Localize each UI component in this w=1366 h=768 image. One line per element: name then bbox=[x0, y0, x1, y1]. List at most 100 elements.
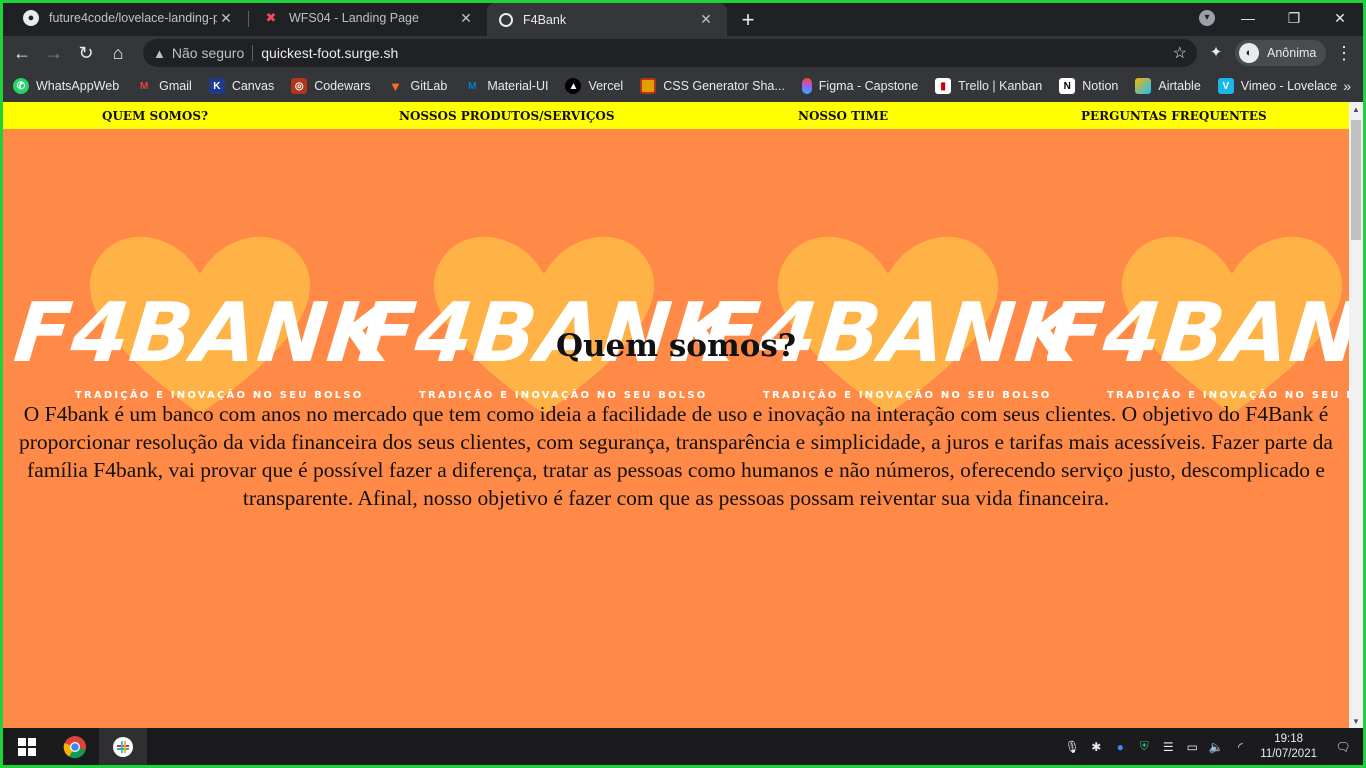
site-nav: QUEM SOMOS? NOSSOS PRODUTOS/SERVIÇOS NOS… bbox=[3, 102, 1349, 129]
tab-strip: ● future4code/lovelace-landing-pa ✕ ✖ WF… bbox=[3, 3, 1363, 36]
defender-icon[interactable]: ⛨ bbox=[1132, 739, 1156, 754]
close-icon[interactable]: ✕ bbox=[457, 10, 475, 27]
more-bookmarks-icon[interactable]: » bbox=[1343, 78, 1351, 94]
clock-date: 11/07/2021 bbox=[1260, 747, 1317, 760]
bookmark-label: Trello | Kanban bbox=[958, 79, 1043, 93]
bookmark-label: Codewars bbox=[314, 79, 371, 93]
windows-start-icon[interactable] bbox=[3, 728, 51, 765]
bookmark-label: Vimeo - Lovelace bbox=[1240, 79, 1338, 93]
material-ui-icon: M bbox=[468, 80, 477, 92]
home-icon[interactable]: ⌂ bbox=[107, 42, 129, 64]
nav-nosso-time[interactable]: NOSSO TIME bbox=[798, 109, 888, 123]
incognito-icon: ◐ bbox=[1239, 43, 1259, 63]
back-icon[interactable]: ← bbox=[11, 42, 33, 64]
forward-icon[interactable]: → bbox=[43, 42, 65, 64]
volume-icon[interactable]: 🔈 bbox=[1204, 740, 1228, 754]
bookmark-label: GitLab bbox=[410, 79, 448, 93]
bookmark-label: Figma - Capstone bbox=[818, 79, 919, 93]
airtable-icon bbox=[1135, 78, 1152, 94]
wifi-icon[interactable]: ◜ bbox=[1228, 740, 1252, 754]
notifications-icon[interactable]: 🗨 bbox=[1331, 740, 1355, 754]
bookmark-canvas[interactable]: K Canvas bbox=[208, 78, 275, 94]
gitlab-icon: ▼ bbox=[389, 78, 402, 94]
scroll-up-icon[interactable]: ▲ bbox=[1349, 105, 1363, 114]
bookmark-gitlab[interactable]: ▼ GitLab bbox=[387, 78, 447, 94]
slack-tray-icon[interactable]: ✱ bbox=[1084, 740, 1108, 754]
tab-wfs04[interactable]: ✖ WFS04 - Landing Page ✕ bbox=[251, 3, 487, 33]
bookmarks-bar: ✆ WhatsAppWeb M Gmail K Canvas ◎ Codewars ▼ G… bbox=[3, 70, 1363, 102]
system-tray: 🎙 ✱ ● ⛨ ☰ ▭ 🔈 ◜ 19:18 11/07/2021 🗨 bbox=[1060, 728, 1363, 765]
battery-icon[interactable]: ▭ bbox=[1180, 740, 1204, 754]
profile-label: Anônima bbox=[1267, 46, 1317, 60]
bookmark-whatsappweb[interactable]: ✆ WhatsAppWeb bbox=[13, 78, 119, 94]
restore-icon[interactable]: ❐ bbox=[1271, 10, 1317, 27]
tools-icon: ✖ bbox=[265, 10, 277, 25]
warning-icon[interactable]: ▲ bbox=[153, 46, 166, 61]
bookmark-vimeo[interactable]: V Vimeo - Lovelace bbox=[1217, 78, 1338, 94]
bookmark-airtable[interactable]: Airtable bbox=[1135, 78, 1201, 94]
reload-icon[interactable]: ↻ bbox=[75, 42, 97, 64]
vimeo-icon: V bbox=[1217, 78, 1234, 94]
security-label[interactable]: Não seguro bbox=[172, 45, 244, 61]
bookmark-label: WhatsAppWeb bbox=[36, 79, 120, 93]
address-bar[interactable]: ▲ Não seguro quickest-foot.surge.sh ☆ bbox=[143, 39, 1197, 67]
new-tab-button[interactable]: + bbox=[736, 7, 760, 33]
page-scrollbar[interactable]: ▲ ▼ bbox=[1349, 102, 1363, 728]
bookmark-vercel[interactable]: ▲ Vercel bbox=[565, 78, 623, 94]
microphone-icon[interactable]: 🎙 bbox=[1060, 740, 1084, 754]
nav-quem-somos[interactable]: QUEM SOMOS? bbox=[102, 109, 208, 123]
bookmark-figma[interactable]: Figma - Capstone bbox=[801, 78, 919, 94]
tab-title: WFS04 - Landing Page bbox=[289, 11, 419, 25]
profile-button[interactable]: ◐ Anônima bbox=[1235, 40, 1327, 66]
scroll-down-icon[interactable]: ▼ bbox=[1349, 717, 1363, 726]
bookmark-star-icon[interactable]: ☆ bbox=[1173, 43, 1187, 63]
scrollbar-thumb[interactable] bbox=[1351, 120, 1361, 240]
close-icon[interactable]: ✕ bbox=[217, 10, 235, 27]
gmail-icon: M bbox=[139, 80, 149, 92]
figma-icon bbox=[801, 78, 812, 94]
bookmark-trello[interactable]: ▮ Trello | Kanban bbox=[935, 78, 1042, 94]
canvas-icon: K bbox=[208, 78, 225, 94]
vercel-icon: ▲ bbox=[565, 78, 582, 94]
zoom-icon[interactable]: ● bbox=[1108, 740, 1132, 754]
taskbar: 🎙 ✱ ● ⛨ ☰ ▭ 🔈 ◜ 19:18 11/07/2021 🗨 bbox=[3, 728, 1363, 765]
close-window-icon[interactable]: ✕ bbox=[1317, 10, 1363, 27]
minimize-icon[interactable]: — bbox=[1225, 10, 1271, 26]
chrome-taskbar-icon[interactable] bbox=[51, 728, 99, 765]
notion-icon: N bbox=[1059, 78, 1076, 94]
bookmark-codewars[interactable]: ◎ Codewars bbox=[291, 78, 370, 94]
page-viewport: F4BANK TRADIÇÃO E INOVAÇÃO NO SEU BOLSO … bbox=[3, 102, 1363, 728]
extensions-icon[interactable]: ✦ bbox=[1205, 42, 1227, 64]
close-icon[interactable]: ✕ bbox=[697, 11, 715, 28]
menu-icon[interactable]: ⋮ bbox=[1333, 42, 1355, 64]
divider bbox=[252, 45, 254, 61]
tab-title: F4Bank bbox=[523, 12, 567, 27]
bookmark-css-generator[interactable]: CSS Generator Sha... bbox=[640, 78, 785, 94]
background-logo: F4BANK TRADIÇÃO E INOVAÇÃO NO SEU BOLSO bbox=[1047, 224, 1349, 424]
url-text[interactable]: quickest-foot.surge.sh bbox=[261, 45, 398, 61]
browser-toolbar: ← → ↻ ⌂ ▲ Não seguro quickest-foot.surge… bbox=[3, 36, 1363, 70]
tab-separator bbox=[248, 11, 249, 27]
background-logo: F4BANK TRADIÇÃO E INOVAÇÃO NO SEU BOLSO bbox=[10, 224, 397, 424]
network-settings-icon[interactable]: ☰ bbox=[1156, 740, 1180, 754]
globe-icon bbox=[499, 12, 513, 27]
bookmark-notion[interactable]: N Notion bbox=[1059, 78, 1118, 94]
bookmark-label: Notion bbox=[1082, 79, 1119, 93]
bookmark-label: Material-UI bbox=[487, 79, 549, 93]
bookmark-label: Gmail bbox=[159, 79, 192, 93]
whatsapp-icon: ✆ bbox=[13, 78, 29, 94]
tab-search-icon[interactable]: ▾ bbox=[1199, 10, 1215, 26]
section-text: O F4bank é um banco com anos no mercado … bbox=[19, 402, 1333, 510]
slack-taskbar-icon[interactable] bbox=[99, 728, 147, 765]
tab-github[interactable]: ● future4code/lovelace-landing-pa ✕ bbox=[11, 3, 247, 33]
bookmark-material-ui[interactable]: M Material-UI bbox=[464, 78, 548, 94]
browser-window: ● future4code/lovelace-landing-pa ✕ ✖ WF… bbox=[3, 3, 1363, 765]
tab-f4bank[interactable]: F4Bank ✕ bbox=[487, 3, 727, 36]
nav-perguntas-frequentes[interactable]: PERGUNTAS FREQUENTES bbox=[1081, 109, 1267, 123]
codewars-icon: ◎ bbox=[291, 78, 308, 94]
bookmark-label: Canvas bbox=[231, 79, 275, 93]
clock[interactable]: 19:18 11/07/2021 bbox=[1260, 732, 1317, 762]
bookmark-gmail[interactable]: M Gmail bbox=[136, 78, 192, 94]
window-controls: — ❐ ✕ bbox=[1225, 3, 1363, 33]
nav-produtos-servicos[interactable]: NOSSOS PRODUTOS/SERVIÇOS bbox=[399, 109, 615, 123]
